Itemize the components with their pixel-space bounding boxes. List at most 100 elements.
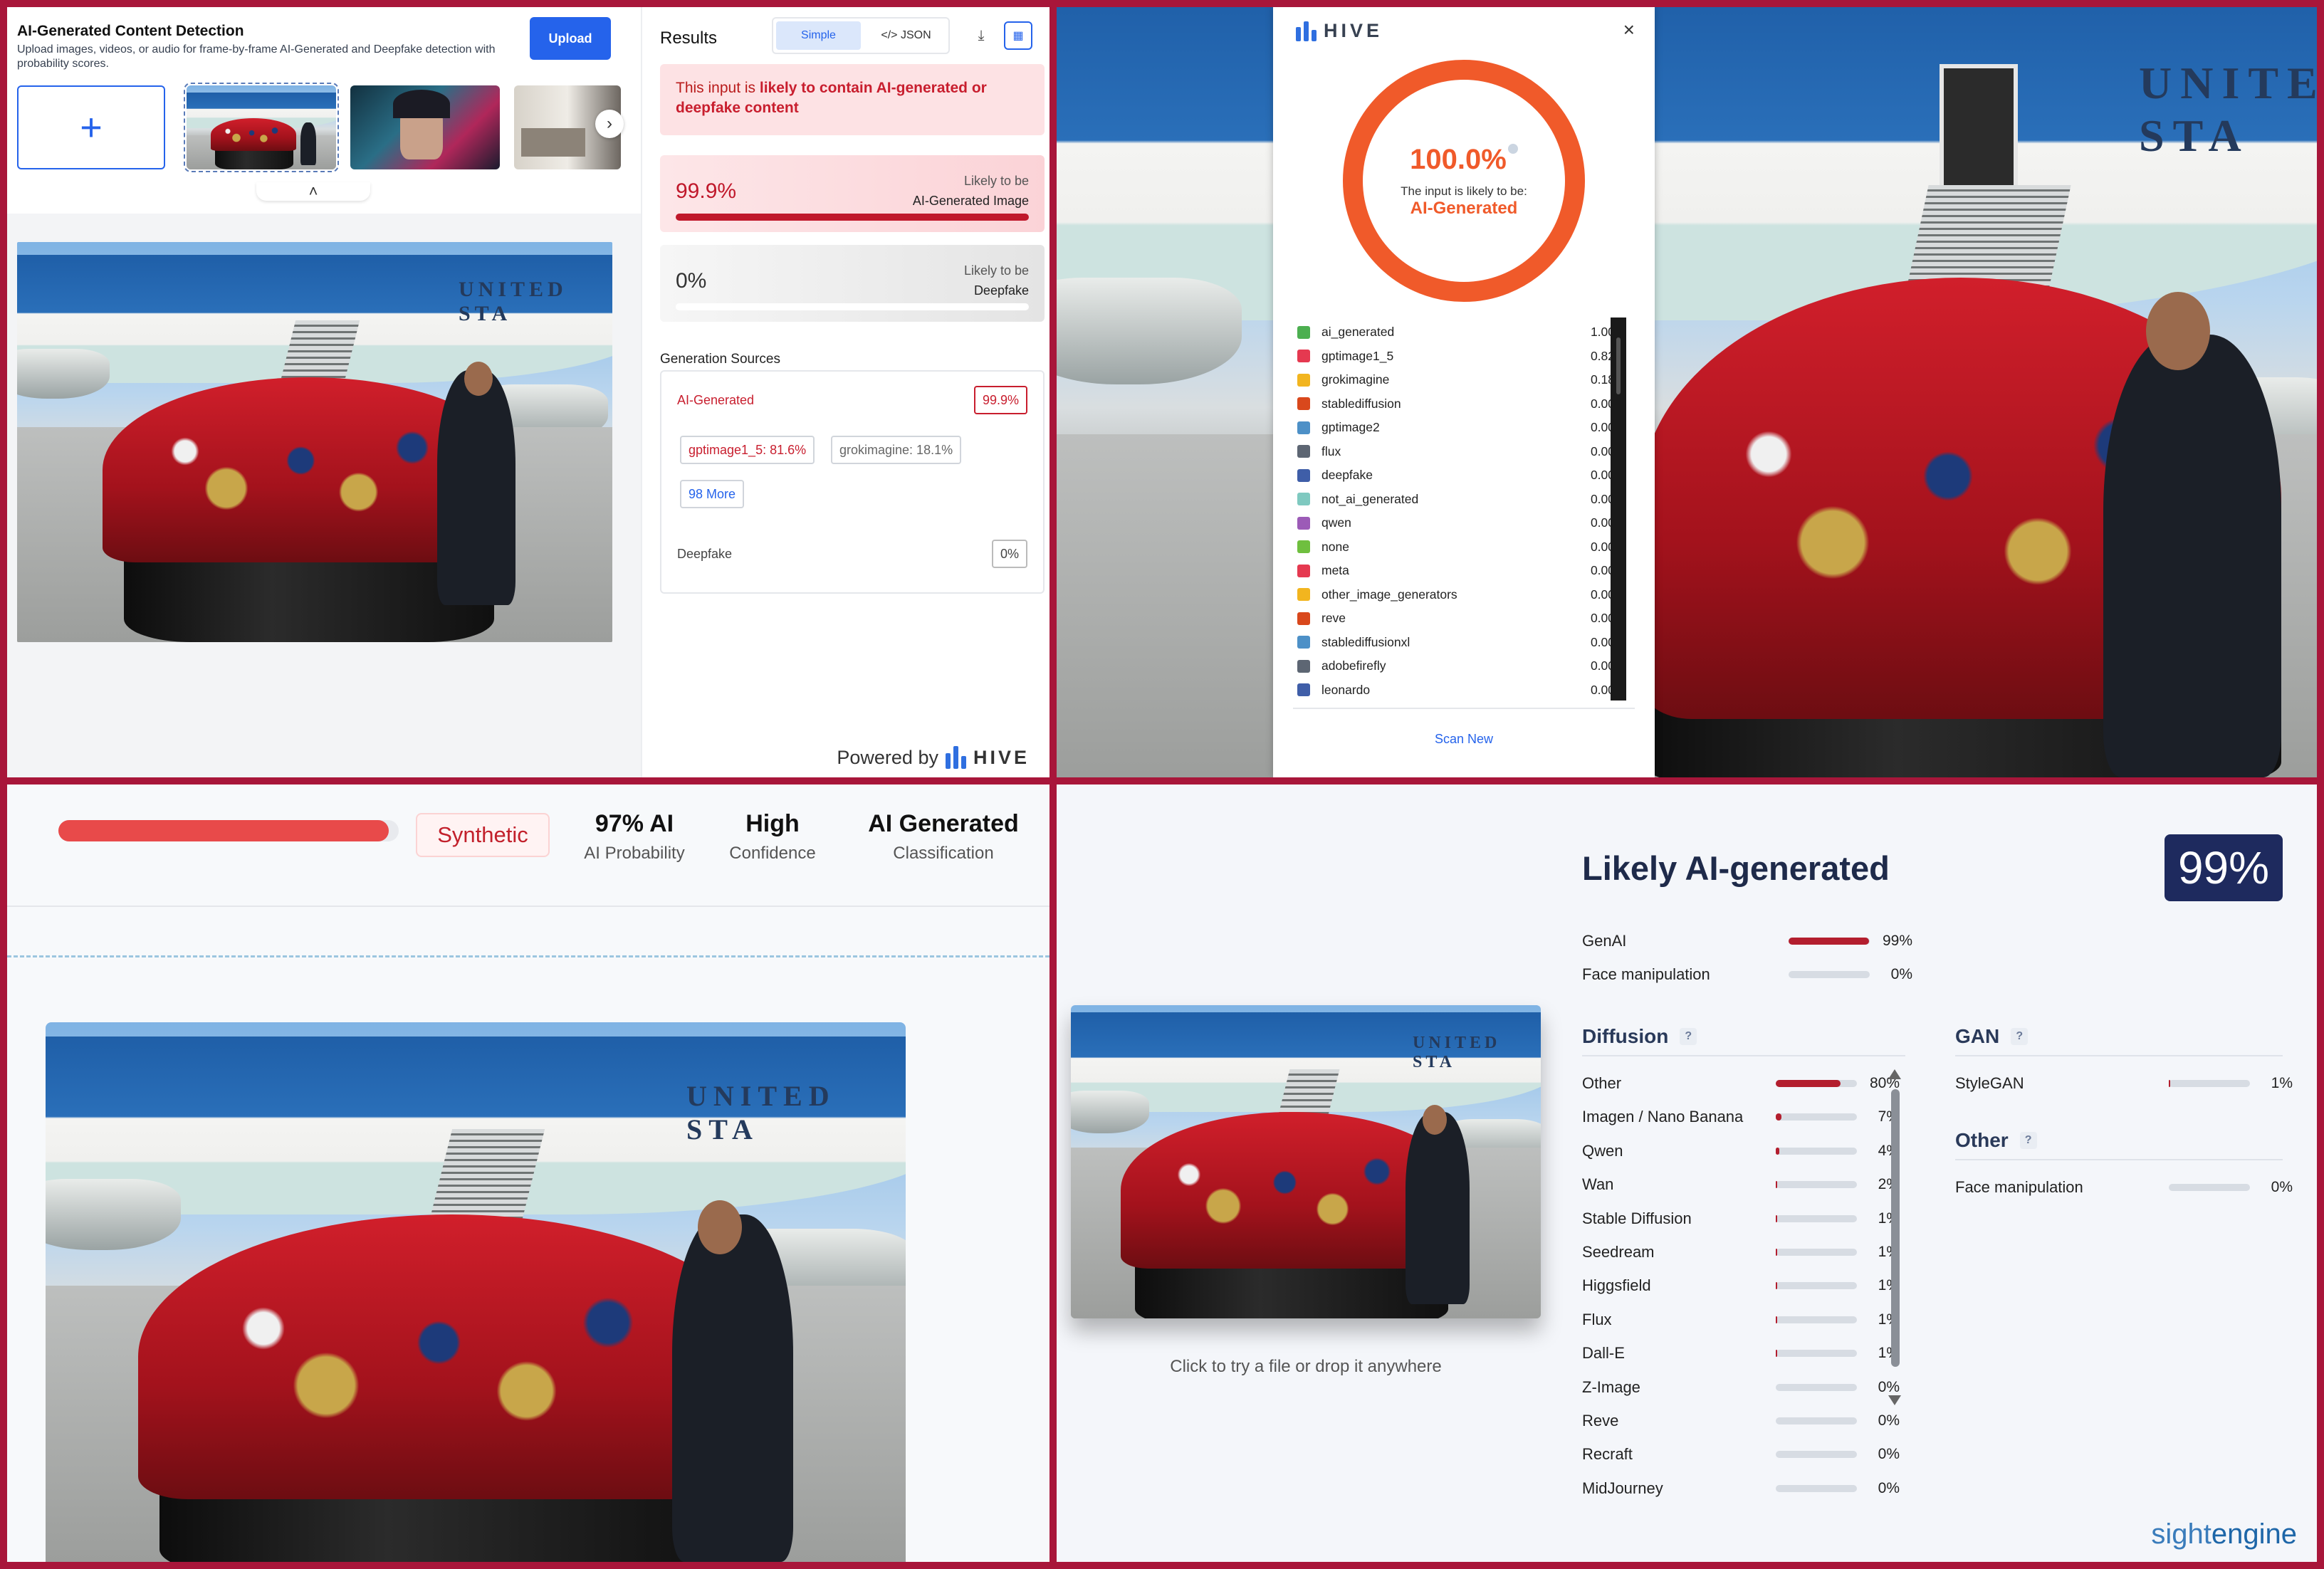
help-icon[interactable]: ? bbox=[1680, 1028, 1697, 1045]
stat-label: Classification bbox=[893, 844, 994, 863]
score-ring: 100.0% The input is likely to be: AI-Gen… bbox=[1343, 60, 1585, 302]
brand-part: engine bbox=[2211, 1518, 2297, 1550]
color-swatch bbox=[1297, 350, 1310, 363]
score-name: gptimage1_5 bbox=[1321, 348, 1394, 363]
detector-bar bbox=[2169, 1184, 2250, 1191]
color-swatch bbox=[1297, 540, 1310, 554]
drop-hint[interactable]: Click to try a file or drop it anywhere bbox=[1071, 1357, 1541, 1377]
upload-button[interactable]: Upload bbox=[530, 17, 611, 60]
color-swatch bbox=[1297, 421, 1310, 434]
score-row: deepfake 0.00 bbox=[1297, 463, 1615, 488]
hive-logo: HIVE bbox=[1296, 20, 1383, 42]
sample-thumbnail[interactable] bbox=[350, 85, 500, 169]
color-swatch bbox=[1297, 373, 1310, 387]
add-file-button[interactable]: + bbox=[17, 85, 165, 169]
score-badge: 99% bbox=[2165, 834, 2283, 901]
tab-simple[interactable]: Simple bbox=[776, 21, 861, 50]
brand-part: sight bbox=[2151, 1518, 2212, 1550]
analyzed-image: UNITED STA bbox=[46, 1022, 906, 1562]
detector-row: Dall-E 1% bbox=[1582, 1339, 1900, 1368]
ai-generated-card: 99.9% Likely to be AI-Generated Image bbox=[660, 155, 1045, 232]
color-swatch bbox=[1297, 612, 1310, 625]
image-text: UNITED STA bbox=[459, 278, 567, 325]
score-row: grokimagine 0.18 bbox=[1297, 368, 1615, 392]
section-title: Diffusion bbox=[1582, 1025, 1669, 1047]
detector-row: StyleGAN 1% bbox=[1955, 1069, 2293, 1098]
collapse-toggle[interactable]: ˄ bbox=[256, 182, 370, 201]
score-name: adobefirefly bbox=[1321, 658, 1386, 673]
alert-prefix: This input is bbox=[676, 80, 760, 96]
scroll-up-icon[interactable] bbox=[1888, 1069, 1901, 1079]
help-icon[interactable]: ? bbox=[2011, 1028, 2029, 1045]
score-row: none 0.00 bbox=[1297, 535, 1615, 560]
source-deepfake-label: Deepfake bbox=[677, 547, 733, 561]
divider bbox=[1293, 708, 1635, 709]
close-icon[interactable]: × bbox=[1623, 19, 1635, 41]
detector-row: GenAI 99% bbox=[1582, 927, 1912, 955]
detector-name: Recraft bbox=[1582, 1445, 1633, 1464]
next-arrow-button[interactable]: › bbox=[595, 110, 624, 138]
tab-json[interactable]: </> JSON bbox=[864, 19, 948, 53]
score-row: other_image_generators 0.00 bbox=[1297, 583, 1615, 607]
score-name: gptimage2 bbox=[1321, 420, 1380, 435]
score-name: not_ai_generated bbox=[1321, 491, 1419, 506]
scrollbar[interactable] bbox=[1888, 1069, 1904, 1405]
color-swatch bbox=[1297, 659, 1310, 673]
detector-bar bbox=[2169, 1080, 2250, 1087]
likely-label: The input is likely to be: bbox=[1401, 184, 1527, 198]
divider bbox=[7, 906, 1050, 907]
download-icon[interactable]: ⤓ bbox=[967, 21, 995, 50]
help-icon[interactable]: ? bbox=[2019, 1132, 2037, 1149]
detector-name: Seedream bbox=[1582, 1243, 1655, 1261]
detector-pct: 0% bbox=[1878, 1479, 1900, 1496]
verdict-label: AI-Generated bbox=[1410, 198, 1518, 218]
detector-bar bbox=[1776, 1080, 1857, 1087]
detector-row: Stable Diffusion 1% bbox=[1582, 1205, 1900, 1233]
section-gan: GAN ? bbox=[1955, 1025, 2283, 1056]
detector-row: Qwen 4% bbox=[1582, 1137, 1900, 1165]
detector-bar bbox=[1776, 1113, 1857, 1121]
score-row: adobefirefly 0.00 bbox=[1297, 654, 1615, 678]
detector-bar bbox=[1776, 1147, 1857, 1155]
powered-by: Powered by HIVE bbox=[837, 746, 1030, 769]
detector-name: Reve bbox=[1582, 1412, 1619, 1429]
detector-bar bbox=[1789, 938, 1870, 945]
detector-name: Face manipulation bbox=[1582, 965, 1710, 983]
deepfake-card: 0% Likely to be Deepfake bbox=[660, 245, 1045, 322]
detector-name: GenAI bbox=[1582, 932, 1627, 950]
score-row: gptimage1_5 0.82 bbox=[1297, 345, 1615, 369]
detector-row: Reve 0% bbox=[1582, 1407, 1900, 1435]
hive-popup: HIVE × 100.0% The input is likely to be:… bbox=[1273, 7, 1655, 777]
detector-bar bbox=[1789, 971, 1870, 978]
ai-generated-pct: 99.9% bbox=[676, 179, 737, 203]
layout-icon[interactable]: ▦ bbox=[1004, 21, 1032, 50]
score-name: ai_generated bbox=[1321, 325, 1395, 340]
color-swatch bbox=[1297, 588, 1310, 602]
score-row: ai_generated 1.00 bbox=[1297, 320, 1615, 345]
image-text: UNITED STA bbox=[1413, 1034, 1501, 1071]
hive-web-demo: AI-Generated Content Detection Upload im… bbox=[7, 7, 1050, 777]
likely-label: Likely to be bbox=[963, 263, 1029, 278]
detector-name: Stable Diffusion bbox=[1582, 1209, 1692, 1227]
detector-name: Wan bbox=[1582, 1175, 1614, 1194]
color-swatch bbox=[1297, 636, 1310, 649]
color-swatch bbox=[1297, 468, 1310, 482]
sample-thumbnail-selected[interactable] bbox=[184, 83, 339, 172]
score-name: leonardo bbox=[1321, 682, 1371, 697]
detector-name: Qwen bbox=[1582, 1141, 1623, 1160]
info-icon[interactable] bbox=[1507, 143, 1518, 154]
powered-by-label: Powered by bbox=[837, 746, 938, 768]
generation-sources-title: Generation Sources bbox=[660, 352, 780, 367]
score-row: not_ai_generated 0.00 bbox=[1297, 488, 1615, 512]
detector-row: Other 80% bbox=[1582, 1069, 1900, 1098]
scrollbar[interactable] bbox=[1611, 318, 1626, 700]
more-sources-button[interactable]: 98 More bbox=[680, 480, 745, 508]
scan-new-button[interactable]: Scan New bbox=[1273, 732, 1655, 747]
scroll-down-icon[interactable] bbox=[1888, 1395, 1901, 1405]
analyzed-image[interactable]: UNITED STA bbox=[1071, 1005, 1541, 1318]
stat-label: AI Probability bbox=[584, 844, 685, 863]
stat-label: Confidence bbox=[729, 844, 816, 863]
detector-name: Other bbox=[1582, 1074, 1622, 1092]
color-swatch bbox=[1297, 516, 1310, 530]
hive-brand: HIVE bbox=[1324, 20, 1383, 41]
